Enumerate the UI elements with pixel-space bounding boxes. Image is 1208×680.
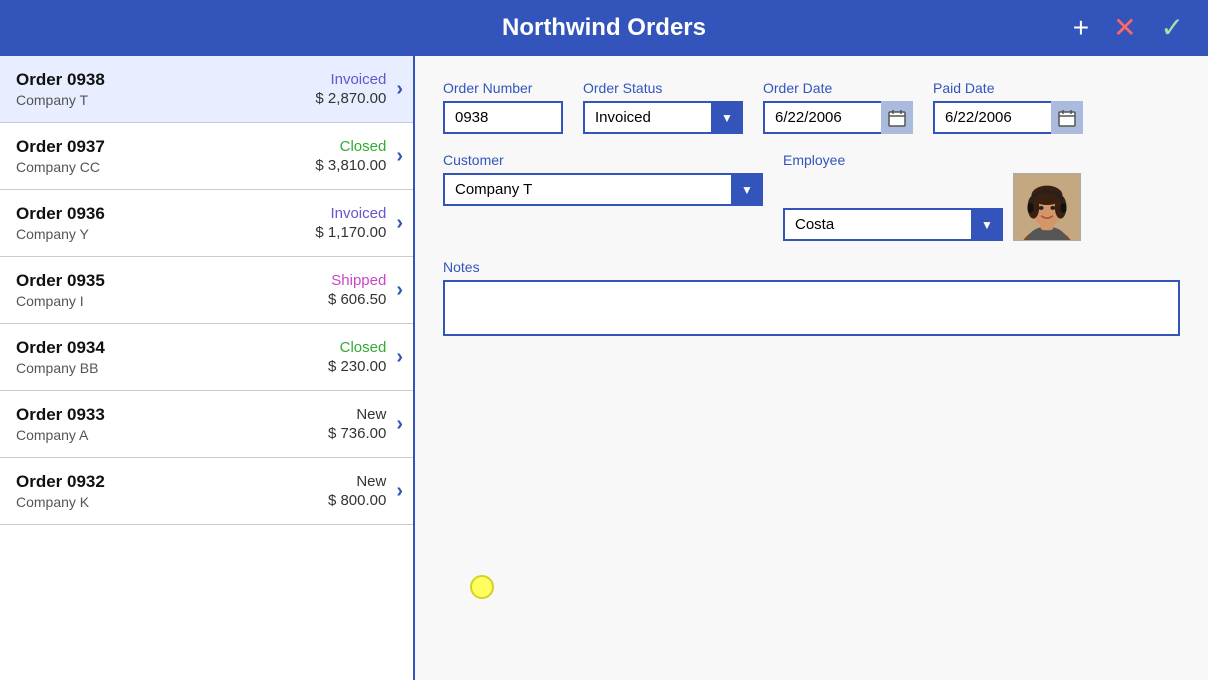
order-right: Closed $ 230.00 <box>328 339 386 375</box>
paid-date-label: Paid Date <box>933 80 1083 96</box>
employee-label: Employee <box>783 152 1081 168</box>
employee-photo <box>1013 173 1081 241</box>
order-title: Order 0937 <box>16 137 315 157</box>
paid-date-icon[interactable] <box>1051 101 1083 134</box>
order-list-item[interactable]: Order 0935 Company I Shipped $ 606.50 › <box>0 257 413 324</box>
order-status: Closed <box>315 138 386 155</box>
order-amount: $ 1,170.00 <box>315 224 386 241</box>
order-chevron[interactable]: › <box>396 480 403 503</box>
order-list-item[interactable]: Order 0936 Company Y Invoiced $ 1,170.00… <box>0 190 413 257</box>
order-status-select[interactable]: Invoiced New Shipped Closed <box>583 101 743 134</box>
notes-textarea[interactable] <box>443 280 1180 336</box>
customer-group: Customer Company T Company CC Company Y … <box>443 152 763 206</box>
order-company: Company K <box>16 494 328 510</box>
order-chevron[interactable]: › <box>396 145 403 168</box>
notes-group: Notes <box>443 259 1180 336</box>
order-title: Order 0932 <box>16 472 328 492</box>
order-right: New $ 800.00 <box>328 473 386 509</box>
order-list-item[interactable]: Order 0932 Company K New $ 800.00 › <box>0 458 413 525</box>
order-company: Company A <box>16 427 328 443</box>
paid-date-wrapper <box>933 101 1083 134</box>
form-row-1: Order Number Order Status Invoiced New S… <box>443 80 1180 134</box>
order-list-item[interactable]: Order 0937 Company CC Closed $ 3,810.00 … <box>0 123 413 190</box>
customer-label: Customer <box>443 152 763 168</box>
employee-section: Costa Davolio Fuller Leverling Peacock <box>783 173 1081 241</box>
order-status: Invoiced <box>315 205 386 222</box>
header: Northwind Orders + ✕ ✓ <box>0 0 1208 56</box>
order-title: Order 0933 <box>16 405 328 425</box>
order-company: Company BB <box>16 360 328 376</box>
employee-select-wrapper: Costa Davolio Fuller Leverling Peacock <box>783 208 1003 241</box>
order-status: New <box>328 473 386 490</box>
app-title: Northwind Orders <box>502 14 706 42</box>
form-row-2: Customer Company T Company CC Company Y … <box>443 152 1180 241</box>
order-status-label: Order Status <box>583 80 743 96</box>
order-right: Shipped $ 606.50 <box>328 272 386 308</box>
order-chevron[interactable]: › <box>396 78 403 101</box>
order-title: Order 0935 <box>16 271 328 291</box>
notes-label: Notes <box>443 259 1180 275</box>
order-chevron[interactable]: › <box>396 413 403 436</box>
order-company: Company T <box>16 92 315 108</box>
order-info: Order 0937 Company CC <box>16 137 315 175</box>
order-number-label: Order Number <box>443 80 563 96</box>
order-status: Closed <box>328 339 386 356</box>
order-date-wrapper <box>763 101 913 134</box>
order-date-icon[interactable] <box>881 101 913 134</box>
order-status-group: Order Status Invoiced New Shipped Closed <box>583 80 743 134</box>
order-list-item[interactable]: Order 0933 Company A New $ 736.00 › <box>0 391 413 458</box>
order-amount: $ 736.00 <box>328 425 386 442</box>
order-right: Invoiced $ 1,170.00 <box>315 205 386 241</box>
order-right: Invoiced $ 2,870.00 <box>315 71 386 107</box>
order-info: Order 0938 Company T <box>16 70 315 108</box>
order-company: Company Y <box>16 226 315 242</box>
order-title: Order 0936 <box>16 204 315 224</box>
order-list-item[interactable]: Order 0938 Company T Invoiced $ 2,870.00… <box>0 56 413 123</box>
cancel-button[interactable]: ✕ <box>1105 10 1144 46</box>
order-status: Shipped <box>328 272 386 289</box>
order-status: New <box>328 406 386 423</box>
order-amount: $ 3,810.00 <box>315 157 386 174</box>
order-status: Invoiced <box>315 71 386 88</box>
order-chevron[interactable]: › <box>396 346 403 369</box>
order-chevron[interactable]: › <box>396 279 403 302</box>
customer-select-wrapper: Company T Company CC Company Y Company I… <box>443 173 763 206</box>
add-button[interactable]: + <box>1065 10 1097 46</box>
customer-select[interactable]: Company T Company CC Company Y Company I… <box>443 173 763 206</box>
order-status-select-wrapper: Invoiced New Shipped Closed <box>583 101 743 134</box>
order-list-item[interactable]: Order 0934 Company BB Closed $ 230.00 › <box>0 324 413 391</box>
order-info: Order 0933 Company A <box>16 405 328 443</box>
order-title: Order 0934 <box>16 338 328 358</box>
header-actions: + ✕ ✓ <box>1065 10 1192 46</box>
order-info: Order 0935 Company I <box>16 271 328 309</box>
order-date-label: Order Date <box>763 80 913 96</box>
order-number-group: Order Number <box>443 80 563 134</box>
order-info: Order 0934 Company BB <box>16 338 328 376</box>
order-title: Order 0938 <box>16 70 315 90</box>
order-company: Company CC <box>16 159 315 175</box>
order-right: Closed $ 3,810.00 <box>315 138 386 174</box>
order-chevron[interactable]: › <box>396 212 403 235</box>
detail-panel: Order Number Order Status Invoiced New S… <box>415 56 1208 680</box>
order-company: Company I <box>16 293 328 309</box>
order-info: Order 0932 Company K <box>16 472 328 510</box>
order-amount: $ 606.50 <box>328 291 386 308</box>
employee-select[interactable]: Costa Davolio Fuller Leverling Peacock <box>783 208 1003 241</box>
confirm-button[interactable]: ✓ <box>1153 10 1192 46</box>
order-amount: $ 800.00 <box>328 492 386 509</box>
order-info: Order 0936 Company Y <box>16 204 315 242</box>
order-amount: $ 230.00 <box>328 358 386 375</box>
order-number-input[interactable] <box>443 101 563 134</box>
main-content: Order 0938 Company T Invoiced $ 2,870.00… <box>0 56 1208 680</box>
order-right: New $ 736.00 <box>328 406 386 442</box>
order-list-panel: Order 0938 Company T Invoiced $ 2,870.00… <box>0 56 415 680</box>
paid-date-group: Paid Date <box>933 80 1083 134</box>
employee-group: Employee Costa Davolio Fuller Leverling … <box>783 152 1081 241</box>
app-container: Northwind Orders + ✕ ✓ Order 0938 Compan… <box>0 0 1208 680</box>
order-date-group: Order Date <box>763 80 913 134</box>
order-amount: $ 2,870.00 <box>315 90 386 107</box>
